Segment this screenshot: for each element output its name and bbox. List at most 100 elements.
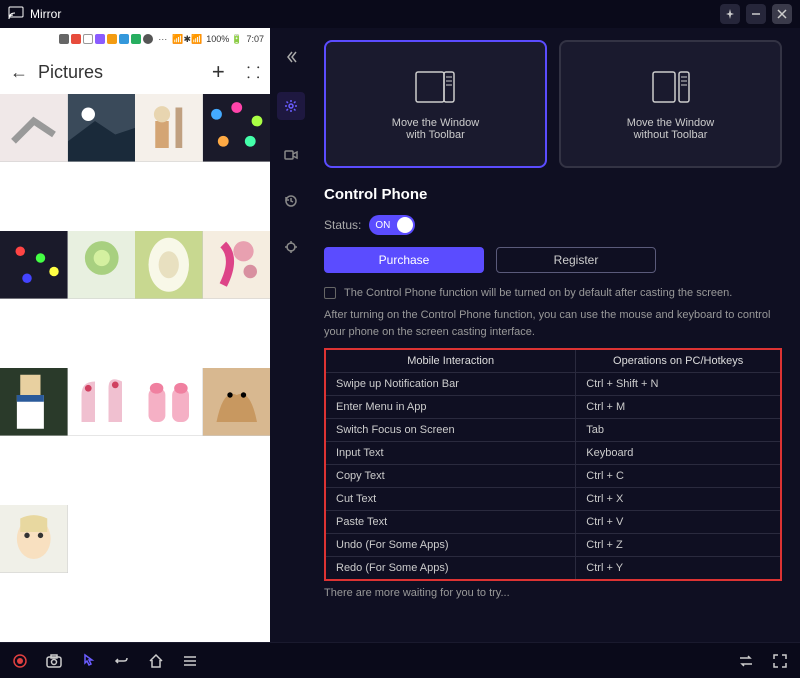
status-icon [59,34,69,44]
hotkey-action: Swipe up Notification Bar [325,373,576,396]
pointer-button[interactable] [78,651,98,671]
hotkey-keys: Ctrl + Z [576,534,781,557]
table-row: Input TextKeyboard [325,442,781,465]
table-row: Paste TextCtrl + V [325,511,781,534]
status-icon [131,34,141,44]
hotkey-action: Cut Text [325,488,576,511]
photo-thumb[interactable] [203,231,271,299]
close-button[interactable] [772,4,792,24]
table-header: Mobile Interaction [325,349,576,373]
status-icon [71,34,81,44]
grid-icon[interactable]: ⸬ [247,61,260,83]
hotkey-keys: Ctrl + V [576,511,781,534]
table-row: Redo (For Some Apps)Ctrl + Y [325,557,781,581]
window-option-with-toolbar[interactable]: Move the Windowwith Toolbar [324,40,547,168]
hotkey-action: Paste Text [325,511,576,534]
photo-thumb[interactable] [0,505,68,573]
table-header: Operations on PC/Hotkeys [576,349,781,373]
hotkey-keys: Ctrl + M [576,396,781,419]
settings-icon[interactable] [277,92,305,120]
photo-thumb[interactable] [0,94,68,162]
photo-thumb[interactable] [135,505,203,573]
phone-mirror-panel: ⋯ 📶✱📶 100% 🔋 7:07 ← Pictures + ⸬ [0,28,270,642]
target-icon[interactable] [280,236,302,258]
hotkey-action: Input Text [325,442,576,465]
status-label: Status: [324,218,361,232]
hotkey-action: Redo (For Some Apps) [325,557,576,581]
option-label: Move the Window [627,117,714,129]
window-option-without-toolbar[interactable]: Move the Windowwithout Toolbar [559,40,782,168]
home-button[interactable] [146,651,166,671]
hotkey-keys: Ctrl + C [576,465,781,488]
photo-thumb[interactable] [68,231,136,299]
screenshot-button[interactable] [44,651,64,671]
phone-app-header: ← Pictures + ⸬ [0,50,270,94]
photo-thumb[interactable] [68,505,136,573]
photo-thumb[interactable] [203,94,271,162]
hotkey-action: Switch Focus on Screen [325,419,576,442]
undo-button[interactable] [112,651,132,671]
titlebar: Mirror [0,0,800,28]
hotkey-action: Undo (For Some Apps) [325,534,576,557]
hotkey-keys: Tab [576,419,781,442]
time-text: 7:07 [246,34,264,44]
photo-thumb[interactable] [135,368,203,436]
photo-thumb[interactable] [68,94,136,162]
photo-thumb[interactable] [68,368,136,436]
photo-gallery[interactable] [0,94,270,642]
photo-thumb[interactable] [135,231,203,299]
footer-hint: There are more waiting for you to try... [324,581,782,605]
table-row: Cut TextCtrl + X [325,488,781,511]
photo-thumb[interactable] [0,368,68,436]
info-text: After turning on the Control Phone funct… [324,307,782,340]
photo-thumb[interactable] [203,368,271,436]
table-row: Swipe up Notification BarCtrl + Shift + … [325,373,781,396]
checkbox-label: The Control Phone function will be turne… [344,287,732,299]
record-icon[interactable] [280,144,302,166]
option-label: Move the Window [392,117,479,129]
add-icon[interactable]: + [212,59,225,85]
photo-thumb[interactable] [135,94,203,162]
status-icon [95,34,105,44]
history-icon[interactable] [280,190,302,212]
option-label: without Toolbar [634,129,708,141]
minimize-button[interactable] [746,4,766,24]
hotkey-keys: Keyboard [576,442,781,465]
table-row: Switch Focus on ScreenTab [325,419,781,442]
back-icon[interactable]: ← [10,62,28,83]
battery-text: 100% [206,34,229,44]
register-button[interactable]: Register [496,247,656,273]
status-icon [83,34,93,44]
hotkey-action: Enter Menu in App [325,396,576,419]
hotkey-table: Mobile Interaction Operations on PC/Hotk… [324,348,782,581]
hotkey-keys: Ctrl + Shift + N [576,373,781,396]
hotkey-keys: Ctrl + Y [576,557,781,581]
hotkey-action: Copy Text [325,465,576,488]
side-icon-rail [270,28,312,642]
default-on-checkbox[interactable] [324,287,336,299]
status-icon [119,34,129,44]
settings-panel: Move the Windowwith Toolbar Move the Win… [312,28,800,642]
menu-button[interactable] [180,651,200,671]
option-label: with Toolbar [406,129,465,141]
fullscreen-button[interactable] [770,651,790,671]
collapse-icon[interactable] [280,46,302,68]
status-icon [107,34,117,44]
table-row: Enter Menu in AppCtrl + M [325,396,781,419]
app-title: Mirror [30,7,61,21]
table-row: Undo (For Some Apps)Ctrl + Z [325,534,781,557]
cast-icon [8,6,24,23]
bottom-toolbar [0,642,800,678]
record-button[interactable] [10,651,30,671]
status-toggle[interactable]: ON [369,215,415,235]
section-title: Control Phone [324,186,782,203]
swap-button[interactable] [736,651,756,671]
photo-thumb[interactable] [0,231,68,299]
hotkey-keys: Ctrl + X [576,488,781,511]
phone-page-title: Pictures [38,62,103,83]
photo-thumb[interactable] [203,505,271,573]
table-row: Copy TextCtrl + C [325,465,781,488]
status-icon [143,34,153,44]
purchase-button[interactable]: Purchase [324,247,484,273]
pin-button[interactable] [720,4,740,24]
